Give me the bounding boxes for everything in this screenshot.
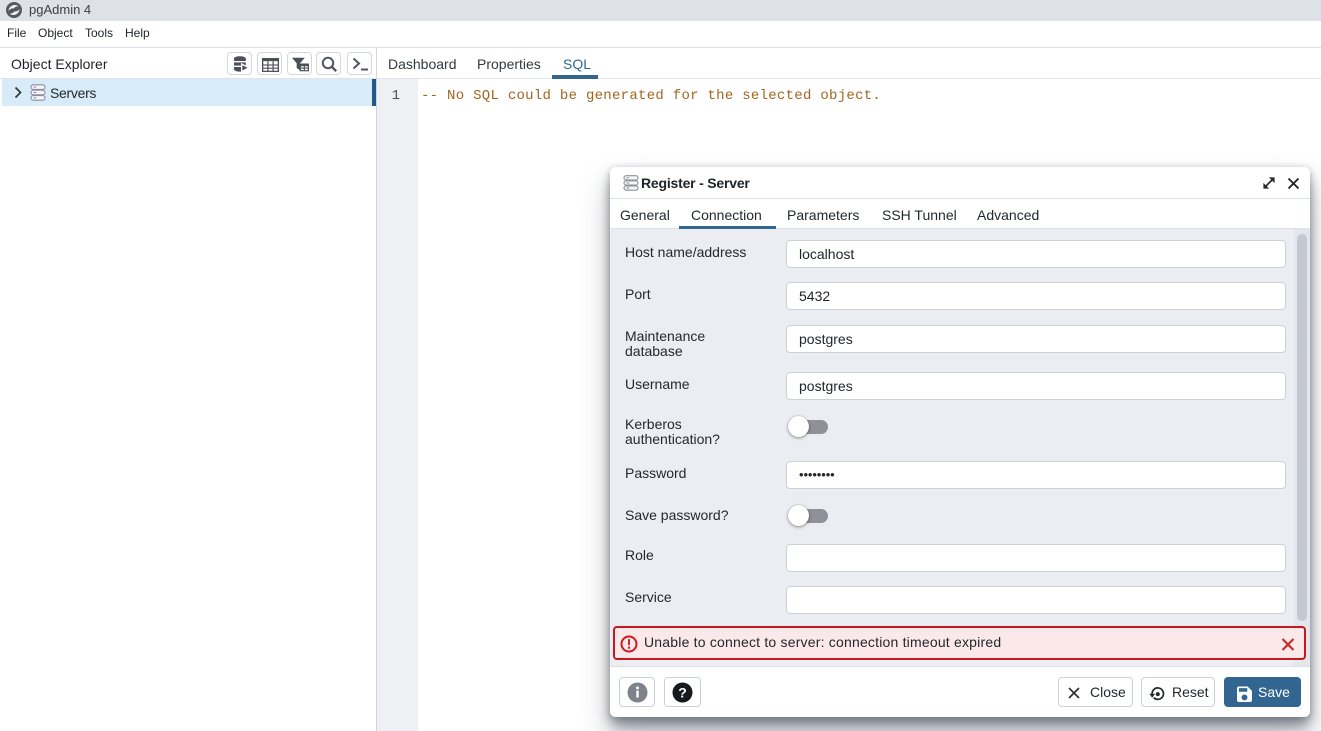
svg-text:?: ? — [678, 685, 687, 701]
